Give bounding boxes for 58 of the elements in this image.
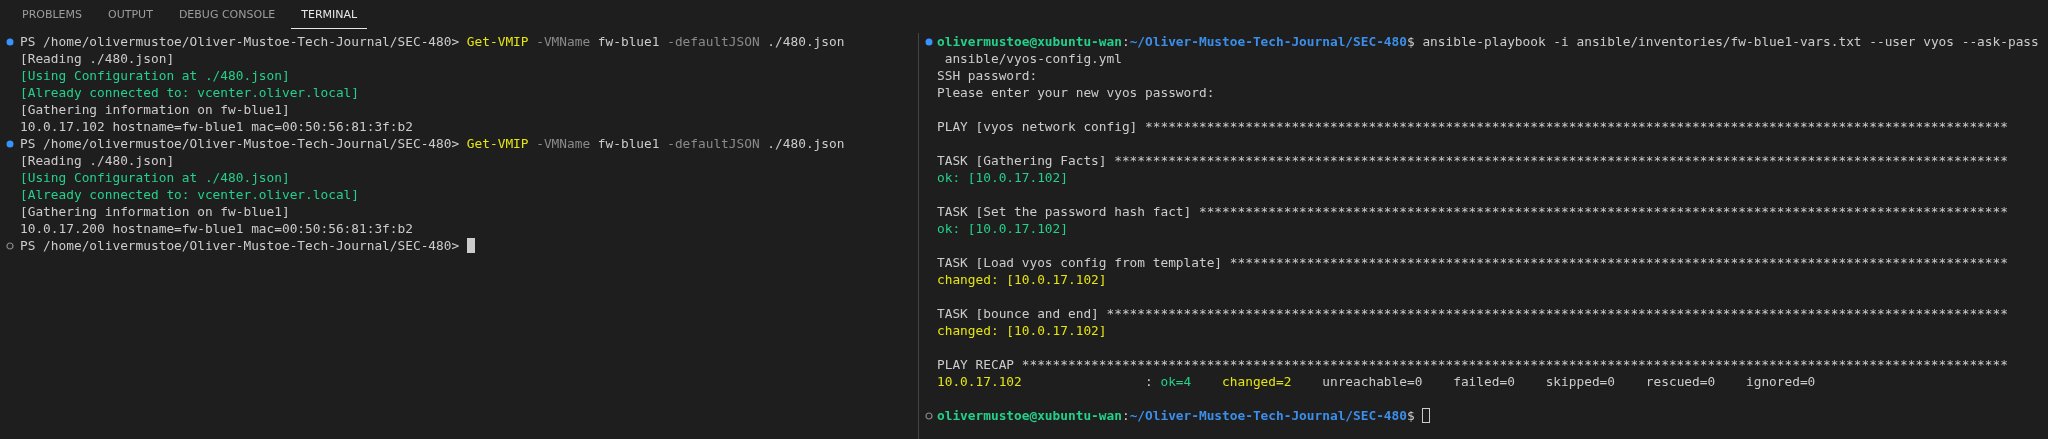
terminal-text: fw-blue1 bbox=[596, 136, 660, 151]
terminal-text: changed=2 bbox=[1222, 374, 1292, 389]
terminal-text: $ ansible-playbook -i ansible/inventories/fw-blue1-vars.txt --user vyos --ask-pass bbox=[1407, 34, 2039, 49]
terminal-text: 10.0.17.102 hostname=fw-blue1 mac=00:50:56:81:3f:b2 bbox=[20, 119, 413, 134]
terminal-text: TASK [bounce and end] ********************************************************************************************************************* bbox=[937, 306, 2008, 321]
terminal-text: ~/Oliver-Mustoe-Tech-Journal/SEC-480 bbox=[1129, 34, 1407, 49]
terminal-text: -VMName bbox=[535, 34, 591, 49]
terminal-text: ok: [10.0.17.102] bbox=[937, 221, 1068, 236]
terminal-text: SSH password: bbox=[937, 68, 1038, 83]
prompt-circle-icon[interactable] bbox=[6, 241, 14, 250]
terminal-text: ok=4 bbox=[1160, 374, 1193, 389]
prompt-circle-icon[interactable] bbox=[924, 411, 933, 420]
panel-tab[interactable]: TERMINAL bbox=[291, 1, 368, 29]
terminal-text: -VMName bbox=[535, 136, 591, 151]
terminal-text: TASK [Gathering Facts] ******************************************************************************************************************** bbox=[937, 153, 2008, 168]
terminal-text: [Already connected to: vcenter.oliver.local] bbox=[20, 187, 359, 202]
terminal-text: : bbox=[1144, 374, 1154, 389]
terminal-text: 10.0.17.102 bbox=[937, 374, 1022, 389]
terminal-text: fw-blue1 bbox=[596, 34, 660, 49]
panel-tab[interactable]: OUTPUT bbox=[98, 1, 163, 29]
panel-tab[interactable]: PROBLEMS bbox=[12, 1, 93, 29]
terminal-text: -defaultJSON bbox=[666, 136, 760, 151]
terminal-text: -defaultJSON bbox=[666, 34, 760, 49]
terminal-text: TASK [Load vyos config from template] ***************************************************************************************************** bbox=[937, 255, 2008, 270]
terminal-text: Please enter your new vyos password: bbox=[937, 85, 1215, 100]
terminal-text: [Gathering information on fw-blue1] bbox=[20, 204, 290, 219]
terminal-text: : bbox=[1121, 34, 1130, 49]
terminal-text: 10.0.17.200 hostname=fw-blue1 mac=00:50:56:81:3f:b2 bbox=[20, 221, 413, 236]
terminal-text: olivermustoe@xubuntu-wan bbox=[937, 34, 1122, 49]
terminal-text: [Reading ./480.json] bbox=[20, 153, 175, 168]
terminal-text: [Using Configuration at ./480.json] bbox=[20, 170, 290, 185]
terminal-text: [Already connected to: vcenter.oliver.local] bbox=[20, 85, 359, 100]
terminal-text: changed: [10.0.17.102] bbox=[937, 323, 1107, 338]
terminal-text: TASK [Set the password hash fact] ********************************************************************************************************* bbox=[937, 204, 2008, 219]
terminal-text: PS /home/olivermustoe/Oliver-Mustoe-Tech-Journal/SEC-480> bbox=[20, 136, 461, 151]
terminal-text: ansible/vyos-config.yml bbox=[943, 51, 1122, 66]
terminal-text: olivermustoe@xubuntu-wan bbox=[937, 408, 1122, 423]
terminal-text: [Using Configuration at ./480.json] bbox=[20, 68, 290, 83]
terminal-text: ok: [10.0.17.102] bbox=[937, 170, 1068, 185]
terminal-text: ~/Oliver-Mustoe-Tech-Journal/SEC-480 bbox=[1129, 408, 1407, 423]
terminal-text: ./480.json bbox=[766, 136, 845, 151]
terminal-text: PS /home/olivermustoe/Oliver-Mustoe-Tech-Journal/SEC-480> bbox=[20, 238, 461, 253]
terminal-text: [Gathering information on fw-blue1] bbox=[20, 102, 290, 117]
terminal-text: changed: [10.0.17.102] bbox=[937, 272, 1107, 287]
terminal-text: PS /home/olivermustoe/Oliver-Mustoe-Tech-Journal/SEC-480> bbox=[20, 34, 461, 49]
terminal-text: $ bbox=[1407, 408, 1416, 423]
terminal-text: ./480.json bbox=[766, 34, 845, 49]
terminal-text: [Reading ./480.json] bbox=[20, 51, 175, 66]
terminal-text: Get-VMIP bbox=[466, 136, 529, 151]
terminal-text: unreachable=0 failed=0 skipped=0 rescued=0 ignored=0 bbox=[1321, 374, 1816, 389]
terminal-text: : bbox=[1121, 408, 1130, 423]
terminal-text: Get-VMIP bbox=[466, 34, 529, 49]
command-status-dot-icon[interactable] bbox=[924, 37, 933, 46]
terminal-text: PLAY RECAP ******************************************************************************************************************************** bbox=[937, 357, 2008, 372]
command-status-dot-icon[interactable] bbox=[6, 37, 14, 46]
command-status-dot-icon[interactable] bbox=[6, 139, 14, 148]
terminal-text: PLAY [vyos network config] **************************************************************************************************************** bbox=[937, 119, 2008, 134]
panel-tab[interactable]: DEBUG CONSOLE bbox=[168, 1, 286, 29]
